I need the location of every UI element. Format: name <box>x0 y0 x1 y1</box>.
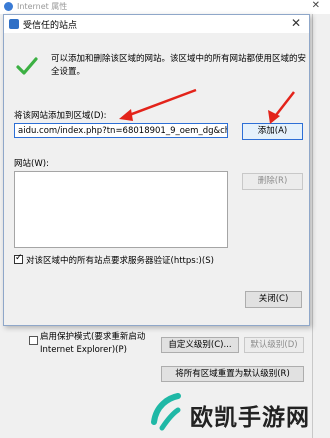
trusted-sites-icon <box>9 19 19 29</box>
reset-all-zones-button[interactable]: 将所有区域重置为默认级别(R) <box>161 366 304 382</box>
custom-level-button[interactable]: 自定义级别(C)... <box>161 337 239 353</box>
checkbox-check-icon: ✓ <box>15 253 23 263</box>
close-icon[interactable]: ✕ <box>312 0 320 11</box>
watermark-text: 欧凯手游网 <box>190 405 310 431</box>
websites-label: 网站(W): <box>14 159 49 169</box>
internet-properties-titlebar: Internet 属性 ✕ <box>0 0 330 14</box>
internet-properties-title: Internet 属性 <box>17 2 68 11</box>
protected-mode-label-line2: Internet Explorer)(P) <box>40 345 127 355</box>
protected-mode-checkbox[interactable] <box>29 336 38 345</box>
close-icon[interactable]: ✕ <box>291 16 301 30</box>
add-site-label: 将该网站添加到区域(D): <box>14 111 107 121</box>
require-https-label: 对该区域中的所有站点要求服务器验证(https:)(S) <box>26 256 214 266</box>
websites-list[interactable] <box>14 171 228 248</box>
protected-mode-label: 启用保护模式(要求重新启动 Internet Explorer)(P) <box>40 331 145 357</box>
checkmark-icon <box>16 57 38 75</box>
close-button[interactable]: 关闭(C) <box>245 291 302 308</box>
dialog-titlebar: 受信任的站点 ✕ <box>4 15 309 33</box>
watermark-logo-icon <box>151 393 181 431</box>
add-button[interactable]: 添加(A) <box>242 123 303 140</box>
watermark: 欧凯手游网 <box>148 390 328 434</box>
ie-icon <box>4 2 13 11</box>
trusted-sites-dialog: 受信任的站点 ✕ 可以添加和删除该区域的网站。该区域中的所有网站都使用区域的安全… <box>3 14 310 326</box>
info-text: 可以添加和删除该区域的网站。该区域中的所有网站都使用区域的安全设置。 <box>51 54 307 77</box>
default-level-button[interactable]: 默认级别(D) <box>244 337 304 353</box>
remove-button[interactable]: 删除(R) <box>242 173 303 190</box>
protected-mode-label-line1: 启用保护模式(要求重新启动 <box>40 332 146 342</box>
window-edge <box>312 14 313 438</box>
website-url-input[interactable]: aidu.com/index.php?tn=68018901_9_oem_dg&… <box>14 123 228 138</box>
require-https-checkbox[interactable]: ✓ <box>14 253 23 264</box>
dialog-title: 受信任的站点 <box>23 21 78 31</box>
